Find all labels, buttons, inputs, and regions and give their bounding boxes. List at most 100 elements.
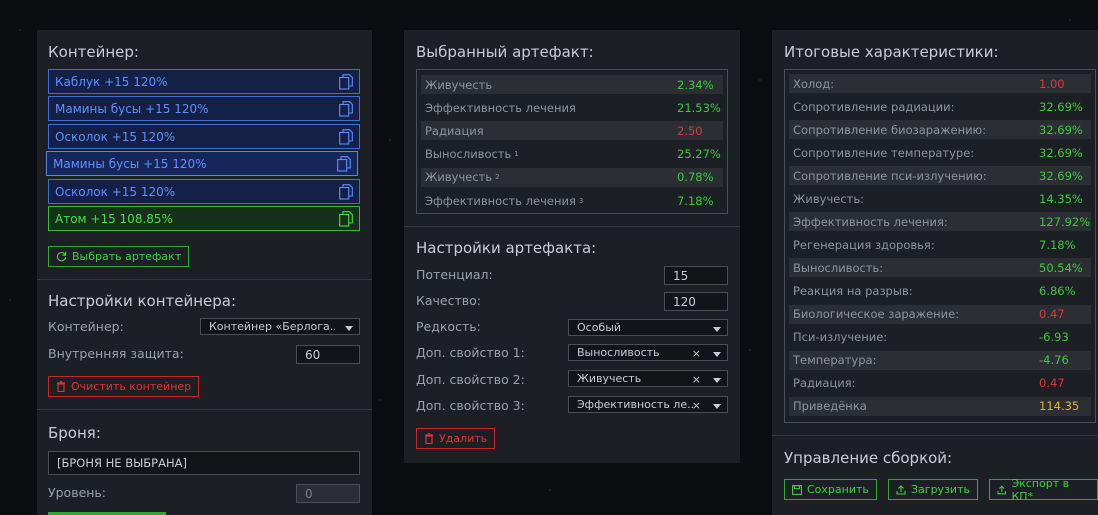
divider [37, 279, 372, 280]
stat-value: 7.18% [677, 193, 714, 208]
quality-value: 120 [673, 294, 696, 309]
prop2-select[interactable]: Живучесть × [568, 370, 728, 387]
stat-row: Эффективность лечения 21.53% [421, 98, 723, 117]
stat-row: Выносливость 1 25.27% [421, 145, 723, 164]
container-slot[interactable]: Каблук +15 120% [48, 69, 360, 94]
container-slot[interactable]: Мамины бусы +15 120% [48, 96, 360, 121]
total-label: Температура: [793, 353, 877, 368]
total-row: Сопротивление радиации: 32.69% [789, 97, 1091, 116]
chevron-down-icon [713, 327, 721, 332]
stat-value: 2.34% [677, 77, 714, 92]
stat-sup: 1 [514, 150, 519, 159]
copy-icon[interactable] [339, 101, 353, 117]
total-value: 0.47 [1039, 307, 1065, 321]
rarity-select[interactable]: Особый [568, 319, 728, 336]
total-row: Температура: -4.76 [789, 350, 1091, 370]
total-label: Сопротивление радиации: [793, 99, 955, 114]
divider [37, 409, 372, 410]
total-value: -6.93 [1039, 330, 1069, 345]
total-label: Холод: [793, 76, 835, 91]
trash-icon [425, 433, 433, 444]
total-label: Реакция на разрыв: [793, 283, 913, 298]
container-type-select[interactable]: Контейнер «Берлога... [200, 318, 360, 335]
copy-icon[interactable] [339, 184, 353, 200]
stat-value: 21.53% [677, 100, 721, 115]
clear-icon[interactable]: × [692, 373, 701, 386]
armor-select[interactable]: [БРОНЯ НЕ ВЫБРАНА] [48, 451, 360, 475]
total-row: Сопротивление пси-излучению: 32.69% [789, 166, 1091, 186]
total-row: Эффективность лечения: 127.92% [789, 212, 1091, 232]
stat-row: Живучесть 2.34% [421, 75, 723, 94]
delete-artifact-button[interactable]: Удалить [416, 428, 496, 449]
container-settings-title: Настройки контейнера: [48, 292, 237, 310]
totals-panel: Итоговые характеристики: Холод: 1.00 Сопро… [772, 30, 1098, 515]
load-build-label: Загрузить [911, 483, 970, 496]
total-row: Сопротивление биозаражению: 32.69% [789, 120, 1091, 140]
container-slot[interactable]: Мамины бусы +15 120% [46, 151, 358, 176]
total-row: Выносливость: 50.54% [789, 258, 1091, 278]
container-title: Контейнер: [48, 43, 139, 61]
armor-title: Броня: [48, 424, 101, 442]
total-label: Живучесть: [793, 191, 864, 206]
save-build-button[interactable]: Сохранить [784, 479, 877, 500]
prop1-select[interactable]: Выносливость × [568, 344, 728, 361]
copy-icon[interactable] [339, 74, 353, 90]
container-slot[interactable]: Осколок +15 120% [48, 124, 360, 149]
export-build-button[interactable]: Экспорт в КП* [989, 477, 1098, 503]
clear-container-button[interactable]: Очистить контейнер [48, 376, 200, 397]
total-value: 32.69% [1039, 168, 1083, 183]
choose-artifact-button[interactable]: Выбрать артефакт [48, 246, 190, 267]
clear-icon[interactable]: × [692, 399, 701, 412]
total-value: 7.18% [1039, 237, 1076, 252]
armor-level-input[interactable]: 0 [296, 484, 360, 503]
potential-input[interactable]: 15 [664, 266, 728, 285]
total-value: 14.35% [1039, 191, 1083, 206]
quality-input[interactable]: 120 [664, 292, 728, 311]
stat-row: Радиация 2.50 [421, 121, 723, 141]
container-slot[interactable]: Осколок +15 120% [48, 179, 360, 204]
total-value: 32.69% [1039, 122, 1083, 137]
clear-icon[interactable]: × [692, 347, 701, 360]
prop1-value: Выносливость [577, 346, 660, 359]
inner-protection-input[interactable]: 60 [296, 345, 360, 364]
armor-level-label: Уровень: [48, 485, 107, 500]
chevron-down-icon [713, 404, 721, 409]
stat-label: Живучесть [425, 170, 493, 185]
total-label: Сопротивление пси-излучению: [793, 168, 987, 183]
slot-label: Осколок +15 120% [55, 129, 176, 144]
quality-label: Качество: [416, 293, 481, 308]
load-build-button[interactable]: Загрузить [888, 479, 978, 500]
chevron-down-icon [713, 352, 721, 357]
total-row: Холод: 1.00 [789, 74, 1091, 93]
total-row: Живучесть: 14.35% [789, 189, 1091, 208]
total-label: Приведёнка [793, 399, 867, 414]
total-label: Биологическое заражение: [793, 307, 960, 321]
stat-row: Живучесть 2 0.78% [421, 167, 723, 187]
totals-title: Итоговые характеристики: [784, 43, 999, 61]
selected-artifact-title: Выбранный артефакт: [416, 43, 594, 61]
copy-icon[interactable] [339, 129, 353, 145]
total-label: Эффективность лечения: [793, 214, 948, 229]
copy-icon[interactable] [339, 211, 353, 227]
potential-value: 15 [673, 268, 689, 283]
total-value: 0.47 [1039, 376, 1065, 391]
slot-label: Атом +15 108.85% [55, 211, 173, 226]
chevron-down-icon [713, 378, 721, 383]
refresh-icon [56, 251, 67, 262]
total-value: 32.69% [1039, 145, 1083, 160]
prop1-label: Доп. свойство 1: [416, 345, 525, 360]
divider [404, 226, 740, 227]
rarity-value: Особый [577, 321, 622, 334]
chevron-down-icon [345, 326, 353, 331]
container-slot[interactable]: Атом +15 108.85% [48, 206, 360, 231]
container-type-label: Контейнер: [48, 319, 124, 334]
total-value: -4.76 [1039, 353, 1069, 368]
stat-row: Эффективность лечения 3 7.18% [421, 191, 723, 210]
save-icon [792, 484, 802, 495]
clear-container-label: Очистить контейнер [71, 380, 192, 393]
copy-icon[interactable] [337, 156, 351, 172]
prop3-select[interactable]: Эффективность ле... × [568, 396, 728, 413]
total-value: 127.92% [1039, 214, 1091, 229]
total-label: Сопротивление температуре: [793, 145, 975, 160]
total-row: Регенерация здоровья: 7.18% [789, 235, 1091, 254]
